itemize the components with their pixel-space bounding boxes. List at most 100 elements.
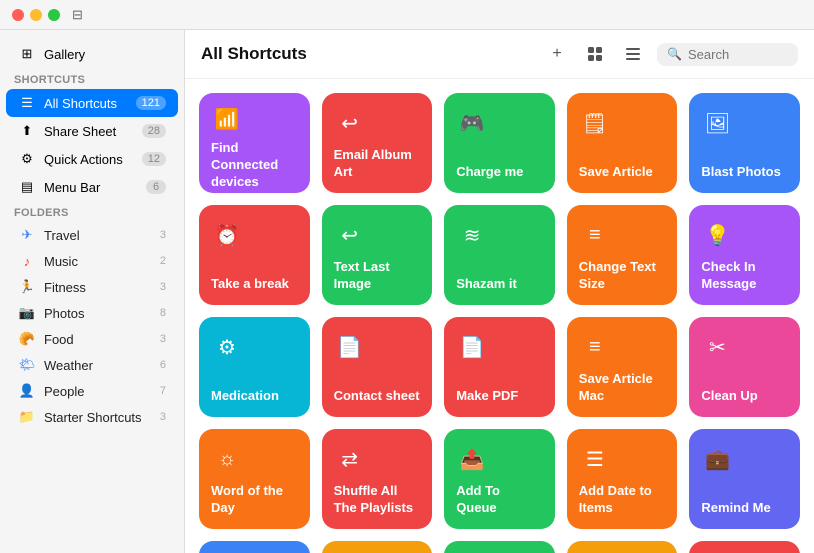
card-make-pdf[interactable]: 📄 Make PDF [444,317,555,417]
all-shortcuts-icon: ☰ [18,94,36,112]
toolbar: All Shortcuts + [185,30,814,79]
music-label: Music [44,254,160,269]
list-view-button[interactable] [619,40,647,68]
folder-item-weather[interactable]: 🌤 Weather 6 [6,352,178,378]
card-label-find-connected: Find Connected devices [211,140,298,191]
food-icon: 🥐 [18,330,36,348]
food-label: Food [44,332,160,347]
minimize-button[interactable] [30,9,42,21]
photos-label: Photos [44,306,160,321]
sidebar-item-menu-bar[interactable]: ▤ Menu Bar 6 [6,173,178,201]
card-label-make-pdf: Make PDF [456,388,543,405]
card-icon-change-text-size: ≡ [579,219,611,251]
card-save-article[interactable]: 🗒 Save Article [567,93,678,193]
card-label-change-text-size: Change Text Size [579,259,666,293]
card-label-add-date-items: Add Date to Items [579,483,666,517]
card-medication[interactable]: ⚙ Medication [199,317,310,417]
card-gas-on-street[interactable]: 📍 Gas On This Street [322,541,433,553]
card-label-take-break: Take a break [211,276,298,293]
card-icon-email-album: ↩ [334,107,366,139]
grid-view-button[interactable] [581,40,609,68]
card-label-medication: Medication [211,388,298,405]
card-icon-word-of-day: ☼ [211,443,243,475]
starter-count: 3 [160,411,166,423]
shortcuts-grid: 📶 Find Connected devices ↩ Email Album A… [185,79,814,553]
photos-icon: 📷 [18,304,36,322]
card-icon-make-pdf: 📄 [456,331,488,363]
people-icon: 👤 [18,382,36,400]
card-email-myself[interactable]: ✉ Email Myself [199,541,310,553]
gallery-item[interactable]: ⊞ Gallery [6,40,178,68]
sidebar-toggle-icon[interactable]: ⊟ [72,7,83,23]
card-label-text-last-image: Text Last Image [334,259,421,293]
card-icon-clean-up: ✂ [701,331,733,363]
card-shuffle-playlists[interactable]: ⇄ Shuffle All The Playlists [322,429,433,529]
card-calculate-tip[interactable]: $ Calculate Tip [689,541,800,553]
folder-item-travel[interactable]: ✈ Travel 3 [6,222,178,248]
card-label-contact-sheet: Contact sheet [334,388,421,405]
card-icon-medication: ⚙ [211,331,243,363]
folder-item-starter[interactable]: 📁 Starter Shortcuts 3 [6,404,178,430]
card-add-date-items[interactable]: ☰ Add Date to Items [567,429,678,529]
card-text-last-image[interactable]: ↩ Text Last Image [322,205,433,305]
close-button[interactable] [12,9,24,21]
people-label: People [44,384,160,399]
sidebar-item-all-shortcuts[interactable]: ☰ All Shortcuts 121 [6,89,178,117]
travel-label: Travel [44,228,160,243]
card-how-many-days[interactable]: 📅 How Many Days Until [567,541,678,553]
card-icon-add-to-queue: 📤 [456,443,488,475]
share-sheet-badge: 28 [142,124,166,138]
folder-item-photos[interactable]: 📷 Photos 8 [6,300,178,326]
folder-item-fitness[interactable]: 🏃 Fitness 3 [6,274,178,300]
card-blast-photos[interactable]: 🖼 Blast Photos [689,93,800,193]
card-label-charge-me: Charge me [456,164,543,181]
card-check-in-message[interactable]: 💡 Check In Message [689,205,800,305]
menu-bar-icon: ▤ [18,178,36,196]
share-sheet-icon: ⬆ [18,122,36,140]
card-contact-sheet[interactable]: 📄 Contact sheet [322,317,433,417]
folder-item-people[interactable]: 👤 People 7 [6,378,178,404]
card-sort-lines[interactable]: 📄 Sort Lines [444,541,555,553]
window-header: ⊟ [0,0,814,30]
card-label-check-in-message: Check In Message [701,259,788,293]
card-add-to-queue[interactable]: 📤 Add To Queue [444,429,555,529]
all-shortcuts-badge: 121 [136,96,166,110]
sidebar: ⊞ Gallery Shortcuts ☰ All Shortcuts 121 … [0,30,185,553]
food-count: 3 [160,333,166,345]
card-remind-me[interactable]: 💼 Remind Me [689,429,800,529]
card-icon-shazam-it: ≋ [456,219,488,251]
card-label-save-article: Save Article [579,164,666,181]
maximize-button[interactable] [48,9,60,21]
fitness-icon: 🏃 [18,278,36,296]
card-email-album[interactable]: ↩ Email Album Art [322,93,433,193]
card-icon-check-in-message: 💡 [701,219,733,251]
folder-item-food[interactable]: 🥐 Food 3 [6,326,178,352]
all-shortcuts-label: All Shortcuts [44,96,136,111]
card-shazam-it[interactable]: ≋ Shazam it [444,205,555,305]
sidebar-item-share-sheet[interactable]: ⬆ Share Sheet 28 [6,117,178,145]
starter-label: Starter Shortcuts [44,410,160,425]
add-button[interactable]: + [543,40,571,68]
card-icon-charge-me: 🎮 [456,107,488,139]
card-take-break[interactable]: ⏰ Take a break [199,205,310,305]
gallery-icon: ⊞ [18,45,36,63]
card-icon-take-break: ⏰ [211,219,243,251]
sidebar-item-quick-actions[interactable]: ⚙ Quick Actions 12 [6,145,178,173]
card-label-blast-photos: Blast Photos [701,164,788,181]
card-find-connected[interactable]: 📶 Find Connected devices [199,93,310,193]
folder-item-music[interactable]: ♪ Music 2 [6,248,178,274]
card-label-shazam-it: Shazam it [456,276,543,293]
card-change-text-size[interactable]: ≡ Change Text Size [567,205,678,305]
starter-icon: 📁 [18,408,36,426]
card-clean-up[interactable]: ✂ Clean Up [689,317,800,417]
card-icon-shuffle-playlists: ⇄ [334,443,366,475]
gallery-label: Gallery [44,47,166,62]
card-word-of-day[interactable]: ☼ Word of the Day [199,429,310,529]
search-input[interactable] [688,47,788,62]
share-sheet-label: Share Sheet [44,124,142,139]
card-save-article-mac[interactable]: ≡ Save Article Mac [567,317,678,417]
card-charge-me[interactable]: 🎮 Charge me [444,93,555,193]
photos-count: 8 [160,307,166,319]
travel-count: 3 [160,229,166,241]
search-box[interactable]: 🔍 [657,43,798,66]
